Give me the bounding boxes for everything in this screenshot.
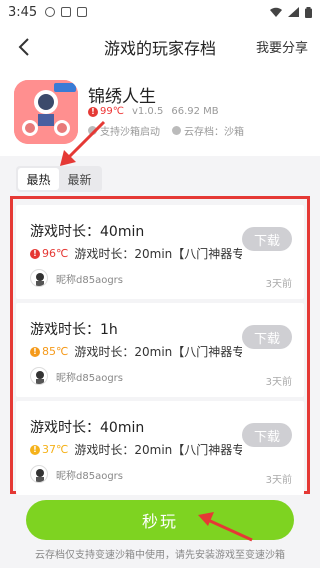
thermometer-icon: ! — [30, 444, 40, 455]
signal-icon — [288, 7, 299, 17]
feature-cloud-label: 云存档：沙箱 — [184, 127, 244, 138]
record-subline: ! 96℃ 游戏时长：20min【八门神器专属… — [30, 245, 242, 262]
record-description: 游戏时长：20min【八门神器专属… — [74, 443, 242, 457]
record-duration: 游戏时长：40min — [30, 420, 145, 436]
thermometer-icon: ! — [88, 106, 98, 117]
status-time: 3:45 — [8, 4, 38, 20]
record-user: 昵称d85aogrs — [30, 465, 123, 483]
cloud-icon — [172, 126, 181, 135]
record-user: 昵称d85aogrs — [30, 269, 123, 287]
record-temp-value: 37℃ — [42, 443, 69, 456]
avatar[interactable] — [30, 269, 48, 287]
record-temp-value: 85℃ — [42, 345, 69, 358]
annotation-arrow-icon — [198, 512, 253, 542]
record-temp: ! 37℃ — [30, 443, 68, 456]
download-button[interactable]: 下载 — [242, 227, 292, 251]
battery-icon — [305, 6, 312, 18]
record-duration: 游戏时长：40min — [30, 224, 145, 240]
heat-value: 99℃ — [100, 106, 124, 117]
back-button[interactable] — [12, 34, 36, 60]
app-notification-icon — [77, 7, 88, 17]
record-temp-value: 96℃ — [42, 247, 69, 260]
game-meta: ! 99℃ v1.0.5 66.92 MB — [88, 106, 219, 117]
record-description: 游戏时长：20min【八门神器专属… — [74, 247, 242, 261]
user-nickname: 昵称d85aogrs — [56, 274, 123, 286]
user-nickname: 昵称d85aogrs — [56, 470, 123, 482]
header: 游戏的玩家存档 我要分享 — [0, 24, 320, 70]
record-time: 3天前 — [265, 475, 292, 486]
footer-note: 云存档仅支持变速沙箱中使用，请先安装游戏至变速沙箱 — [35, 550, 285, 561]
record-time: 3天前 — [265, 279, 292, 290]
share-button[interactable]: 我要分享 — [256, 37, 308, 56]
game-size: 66.92 MB — [171, 106, 219, 117]
status-bar: 3:45 — [0, 0, 320, 24]
record-duration: 游戏时长：1h — [30, 322, 118, 338]
game-info-card: 锦绣人生 ! 99℃ v1.0.5 66.92 MB 支持沙箱启动 云存档：沙箱 — [0, 70, 320, 156]
page-title: 游戏的玩家存档 — [103, 39, 216, 58]
feature-sandbox-label: 支持沙箱启动 — [100, 127, 160, 138]
annotation-arrow-icon — [60, 120, 106, 166]
game-features: 支持沙箱启动 云存档：沙箱 — [88, 123, 244, 138]
record-time: 3天前 — [265, 377, 292, 388]
save-record[interactable]: 游戏时长：40min ! 37℃ 游戏时长：20min【八门神器专属… 下载 昵… — [16, 401, 304, 495]
notification-icon — [45, 7, 56, 17]
image-notification-icon — [61, 7, 72, 17]
tab-hottest[interactable]: 最热 — [18, 168, 59, 190]
thermometer-icon: ! — [30, 248, 40, 259]
record-subline: ! 85℃ 游戏时长：20min【八门神器专属… — [30, 343, 242, 360]
record-temp: ! 96℃ — [30, 247, 68, 260]
game-version: v1.0.5 — [131, 106, 164, 117]
feature-cloud: 云存档：沙箱 — [172, 123, 244, 138]
chevron-left-icon — [18, 38, 29, 56]
sort-tabs: 最热 最新 — [16, 166, 102, 192]
record-description: 游戏时长：20min【八门神器专属… — [74, 345, 242, 359]
wifi-icon — [270, 7, 282, 17]
save-record[interactable]: 游戏时长：1h ! 85℃ 游戏时长：20min【八门神器专属… 下载 昵称d8… — [16, 303, 304, 397]
avatar[interactable] — [30, 367, 48, 385]
game-name: 锦绣人生 — [88, 87, 156, 107]
tab-newest[interactable]: 最新 — [59, 168, 100, 190]
save-list: 游戏时长：40min ! 96℃ 游戏时长：20min【八门神器专属… 下载 昵… — [10, 196, 310, 495]
record-subline: ! 37℃ 游戏时长：20min【八门神器专属… — [30, 441, 242, 458]
download-button[interactable]: 下载 — [242, 423, 292, 447]
heat-badge: ! 99℃ — [88, 106, 124, 117]
record-user: 昵称d85aogrs — [30, 367, 123, 385]
download-button[interactable]: 下载 — [242, 325, 292, 349]
user-nickname: 昵称d85aogrs — [56, 372, 123, 384]
avatar[interactable] — [30, 465, 48, 483]
save-record[interactable]: 游戏时长：40min ! 96℃ 游戏时长：20min【八门神器专属… 下载 昵… — [16, 205, 304, 299]
record-temp: ! 85℃ — [30, 345, 68, 358]
thermometer-icon: ! — [30, 346, 40, 357]
